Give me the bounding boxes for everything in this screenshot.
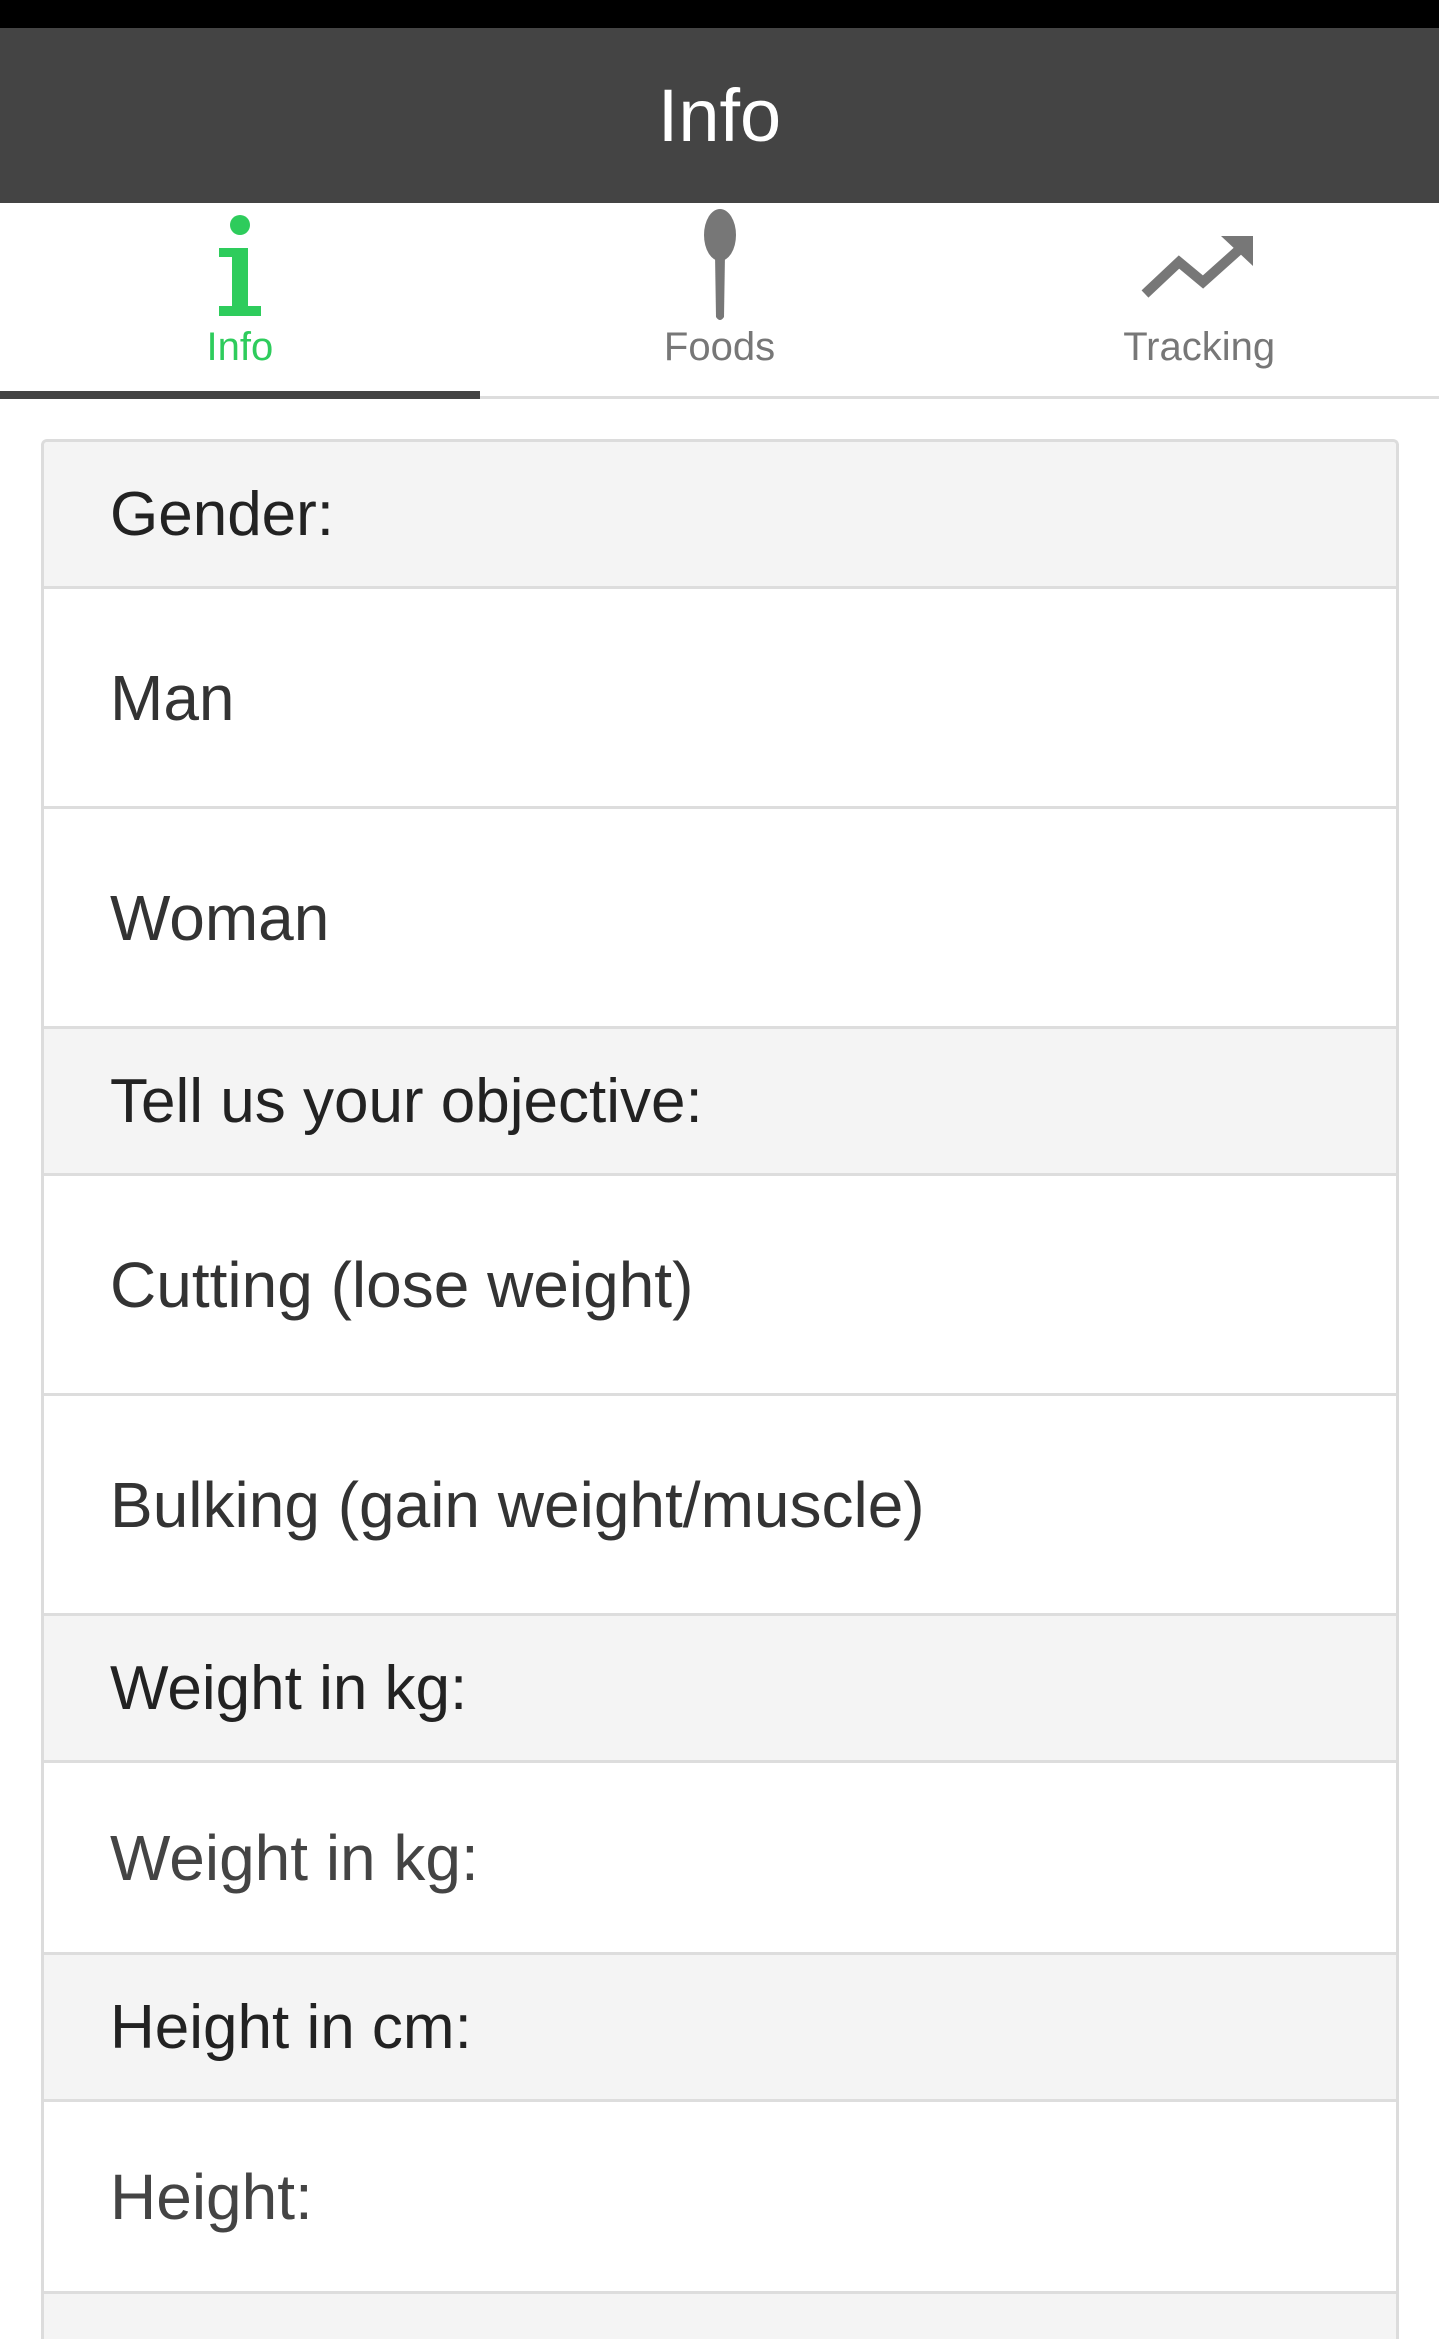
objective-option-cutting[interactable]: Cutting (lose weight) xyxy=(44,1176,1396,1396)
height-heading: Height in cm: xyxy=(44,1955,1396,2102)
weight-input-row xyxy=(44,1763,1396,1955)
weight-input[interactable] xyxy=(44,1763,1396,1952)
tab-label-foods: Foods xyxy=(663,325,776,369)
objective-option-bulking[interactable]: Bulking (gain weight/muscle) xyxy=(44,1396,1396,1616)
tab-label-tracking: Tracking xyxy=(1123,325,1276,369)
status-bar xyxy=(0,0,1439,28)
tab-tracking[interactable]: Tracking xyxy=(959,203,1439,396)
page-title: Info xyxy=(657,73,782,157)
tab-label-info: Info xyxy=(206,325,274,369)
info-form: Gender: Man Woman Tell us your objective… xyxy=(41,439,1399,2339)
gender-option-man[interactable]: Man xyxy=(44,589,1396,809)
height-input-row xyxy=(44,2102,1396,2294)
app-header: Info xyxy=(0,28,1439,203)
tab-info[interactable]: Info xyxy=(0,203,480,399)
gender-heading: Gender: xyxy=(44,442,1396,589)
tab-foods[interactable]: Foods xyxy=(480,203,960,396)
height-input[interactable] xyxy=(44,2102,1396,2291)
trending-up-icon xyxy=(1139,211,1259,323)
next-section-heading xyxy=(44,2294,1396,2339)
tab-bar: Info Foods Tracking xyxy=(0,203,1439,399)
active-tab-indicator xyxy=(0,391,480,399)
weight-heading: Weight in kg: xyxy=(44,1616,1396,1763)
spoon-icon xyxy=(660,209,780,323)
gender-option-woman[interactable]: Woman xyxy=(44,809,1396,1029)
objective-heading: Tell us your objective: xyxy=(44,1029,1396,1176)
info-icon xyxy=(180,211,300,323)
